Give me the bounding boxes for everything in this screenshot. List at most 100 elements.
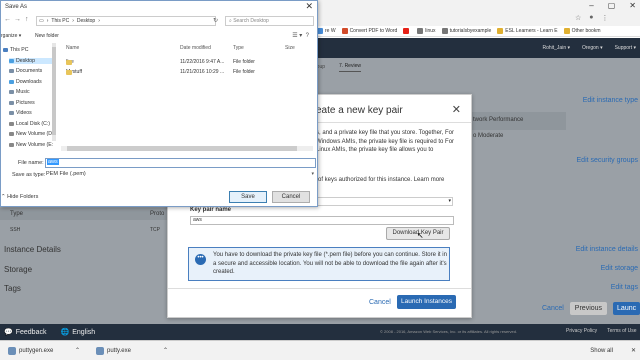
nav-item[interactable]: Downloads: [9, 79, 42, 85]
edit-instance-type-link[interactable]: Edit instance type: [583, 97, 638, 104]
account-menu[interactable]: Rohit_Jain ▾: [542, 45, 570, 51]
col-protocol: Proto: [150, 211, 165, 217]
language-selector[interactable]: English: [72, 329, 95, 336]
region-menu[interactable]: Oregon ▾: [582, 45, 603, 51]
file-list-header: Name Date modified Type Size: [61, 45, 317, 55]
edit-storage-link[interactable]: Edit storage: [601, 265, 638, 272]
feedback-icon: 💬: [4, 329, 13, 336]
feedback-link[interactable]: Feedback: [16, 329, 47, 336]
file-name-input[interactable]: aws: [45, 158, 316, 168]
step-review[interactable]: 7. Review: [339, 63, 361, 72]
col-type[interactable]: Type: [233, 45, 244, 51]
bookmark-item[interactable]: tutorialsbyexample: [441, 28, 491, 34]
save-as-type-label: Save as type:: [12, 172, 46, 178]
close-icon[interactable]: ✕: [631, 347, 636, 354]
nav-item[interactable]: New Volume (D:: [9, 131, 53, 137]
file-row[interactable]: Mystuff 11/21/2016 10:29 ... File folder: [61, 68, 313, 77]
terms-of-use-link[interactable]: Terms of Use: [607, 328, 636, 334]
minimize-button[interactable]: –: [589, 1, 593, 10]
file-row[interactable]: five 11/22/2016 9:47 A... File folder: [61, 58, 313, 67]
nav-item[interactable]: Music: [9, 89, 30, 95]
bookmark-item[interactable]: Other bookm: [563, 28, 601, 34]
bookmark-item[interactable]: linux: [417, 28, 436, 34]
scrollbar-thumb[interactable]: [67, 146, 297, 151]
bookmark-item[interactable]: ESL Learners - Learn E: [497, 28, 558, 34]
chevron-up-icon[interactable]: ⌃: [163, 347, 168, 354]
row-type: SSH: [10, 227, 21, 233]
view-options-icon[interactable]: ☰ ▾ ?: [292, 32, 309, 39]
hide-folders-toggle[interactable]: ⌃ Hide Folders: [1, 194, 38, 200]
bookmark-label: Other bookm: [571, 28, 601, 34]
save-as-dialog: Save As ✕ ← → ↑ ▭ › This PC › Desktop › …: [0, 0, 318, 207]
edit-instance-details-link[interactable]: Edit instance details: [576, 246, 638, 253]
close-icon[interactable]: ✕: [452, 103, 461, 116]
forward-arrow-icon[interactable]: →: [14, 16, 21, 23]
nav-item[interactable]: Pictures: [9, 100, 35, 106]
back-arrow-icon[interactable]: ←: [4, 16, 11, 23]
table-row: SSH TCP: [0, 224, 167, 236]
maximize-button[interactable]: ▢: [608, 1, 616, 10]
nav-item[interactable]: Documents: [9, 68, 42, 74]
key-pair-option-select[interactable]: ▾: [316, 197, 453, 206]
bookmark-item[interactable]: [403, 28, 411, 34]
app-icon: [96, 346, 104, 355]
privacy-policy-link[interactable]: Privacy Policy: [566, 328, 597, 334]
nav-item[interactable]: Desktop: [9, 57, 53, 64]
chevron-down-icon: ▾: [311, 171, 314, 177]
extension-icon[interactable]: ●: [589, 14, 593, 22]
taskbar-item-label: puttygen.exe: [19, 347, 54, 354]
new-folder-button[interactable]: New folder: [35, 33, 59, 39]
launch-button[interactable]: Launc: [613, 302, 640, 315]
scrollbar-thumb[interactable]: [52, 47, 56, 135]
section-tags: Tags: [4, 284, 21, 293]
support-menu[interactable]: Support ▾: [615, 45, 636, 51]
info-alert-text: You have to download the private key fil…: [213, 252, 447, 275]
scrollbar[interactable]: [52, 43, 56, 141]
copyright-text: © 2008 - 2016, Amazon Web Services, Inc.…: [380, 329, 518, 334]
file-name: Mystuff: [66, 69, 82, 75]
save-as-type-select[interactable]: PEM File (.pem) ▾: [45, 170, 316, 180]
file-date: 11/22/2016 9:47 A...: [180, 59, 225, 65]
menu-icon[interactable]: ⋮: [602, 14, 609, 22]
show-all-downloads[interactable]: Show all: [590, 348, 613, 354]
chevron-up-icon[interactable]: ⌃: [75, 347, 80, 354]
previous-button[interactable]: Previous: [569, 302, 608, 315]
breadcrumb-this-pc[interactable]: This PC: [51, 18, 69, 24]
wizard-cancel-button[interactable]: Cancel: [542, 305, 564, 312]
nav-item[interactable]: This PC: [3, 47, 28, 53]
star-icon[interactable]: ☆: [575, 14, 581, 22]
cancel-button[interactable]: Cancel: [272, 191, 310, 203]
refresh-icon[interactable]: ↻: [213, 17, 218, 24]
launch-instances-button[interactable]: Launch Instances: [397, 295, 456, 309]
up-arrow-icon[interactable]: ↑: [25, 16, 29, 23]
taskbar-item[interactable]: puttygen.exe ⌃: [0, 346, 88, 355]
horizontal-scrollbar[interactable]: [61, 146, 313, 151]
save-button[interactable]: Save: [229, 191, 267, 203]
col-name[interactable]: Name: [66, 45, 79, 51]
edit-tags-link[interactable]: Edit tags: [611, 284, 638, 291]
modal-cancel-button[interactable]: Cancel: [369, 299, 391, 306]
bookmark-icon: [441, 28, 448, 34]
breadcrumb[interactable]: ▭ › This PC › Desktop ›: [36, 16, 216, 26]
nav-item[interactable]: Local Disk (C:): [9, 121, 50, 127]
close-window-button[interactable]: ✕: [629, 1, 636, 10]
address-bar-actions: ☆ ● ⋮: [575, 14, 609, 22]
organize-button[interactable]: rganize ▾: [1, 33, 21, 39]
bookmark-icon: [417, 28, 424, 34]
folder-icon: [9, 111, 14, 115]
search-input[interactable]: ⌕ Search Desktop: [225, 16, 314, 26]
edit-security-groups-link[interactable]: Edit security groups: [577, 157, 638, 164]
nav-item-label: Local Disk (C:): [16, 120, 51, 127]
nav-item[interactable]: New Volume (E:: [9, 142, 53, 148]
col-size[interactable]: Size: [285, 45, 295, 51]
taskbar-item-label: putty.exe: [107, 347, 131, 354]
breadcrumb-desktop[interactable]: Desktop: [77, 18, 95, 24]
taskbar-item[interactable]: putty.exe ⌃: [88, 346, 176, 355]
key-pair-name-input[interactable]: aws: [190, 216, 454, 225]
bookmark-item[interactable]: re W: [317, 28, 336, 34]
bookmark-item[interactable]: Convert PDF to Word: [341, 28, 397, 34]
file-name-label: File name:: [18, 160, 44, 166]
col-date-modified[interactable]: Date modified: [180, 45, 211, 51]
nav-item[interactable]: Videos: [9, 110, 32, 116]
close-icon[interactable]: ✕: [305, 1, 313, 12]
